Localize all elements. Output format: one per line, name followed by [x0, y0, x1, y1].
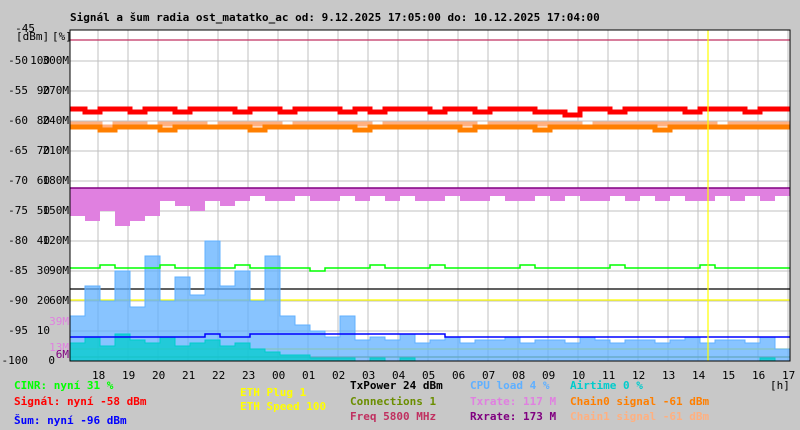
- min-rate-marker: 39M: [49, 315, 69, 328]
- y-tick-rate: 210M: [42, 144, 70, 157]
- x-axis-unit: [h]: [770, 379, 790, 392]
- y-tick-rate: 240M: [42, 114, 70, 127]
- y-tick-rate: 60M: [49, 294, 69, 307]
- legend-eth-speed: ETH Speed 100: [240, 400, 327, 413]
- legend-chain1: Chain1 signal -61 dBm: [570, 410, 710, 423]
- x-tick: 20: [152, 369, 166, 382]
- y-tick-rate: 120M: [42, 234, 70, 247]
- rrd-graph: Signál a šum radia ost_matatko_ac od: 9.…: [0, 0, 800, 430]
- x-tick: 00: [272, 369, 286, 382]
- x-tick: 21: [182, 369, 196, 382]
- x-tick: 22: [212, 369, 226, 382]
- x-tick: 02: [332, 369, 346, 382]
- y-tick-dbm: -100: [1, 354, 29, 367]
- legend-cinr: CINR: nyní 31 %: [14, 379, 114, 392]
- x-tick: 01: [302, 369, 316, 382]
- x-tick: 23: [242, 369, 256, 382]
- y-tick-rate: 150M: [42, 204, 70, 217]
- x-tick: 06: [452, 369, 466, 382]
- legend-eth-plug: ETH Plug 1: [240, 386, 307, 399]
- legend-airtime: Airtime 0 %: [570, 379, 643, 392]
- legend-txrate: Txrate: 117 M: [470, 395, 557, 408]
- x-tick: 14: [692, 369, 706, 382]
- y-tick-rate: 180M: [42, 174, 70, 187]
- x-tick: 15: [722, 369, 736, 382]
- legend-noise: Šum: nyní -96 dBm: [14, 414, 127, 427]
- legend-connections: Connections 1: [350, 395, 437, 408]
- legend-freq: Freq 5800 MHz: [350, 410, 437, 423]
- legend-chain0: Chain0 signal -61 dBm: [570, 395, 710, 408]
- x-tick: 13: [662, 369, 676, 382]
- legend-rxrate: Rxrate: 173 M: [470, 410, 557, 423]
- legend-txpower: TxPower 24 dBm: [350, 379, 443, 392]
- legend-cpu: CPU load 4 %: [470, 379, 550, 392]
- y-tick-rate: 90M: [49, 264, 69, 277]
- legend-signal: Signál: nyní -58 dBm: [14, 395, 147, 408]
- min-rate-marker: 6M: [55, 348, 69, 361]
- plot-area: [69, 29, 791, 362]
- x-tick: 16: [752, 369, 766, 382]
- y-tick-dbm: -45: [15, 22, 35, 35]
- y-tick-rate: 270M: [42, 84, 70, 97]
- x-tick: 19: [122, 369, 136, 382]
- y-tick-rate: 300M: [42, 54, 70, 67]
